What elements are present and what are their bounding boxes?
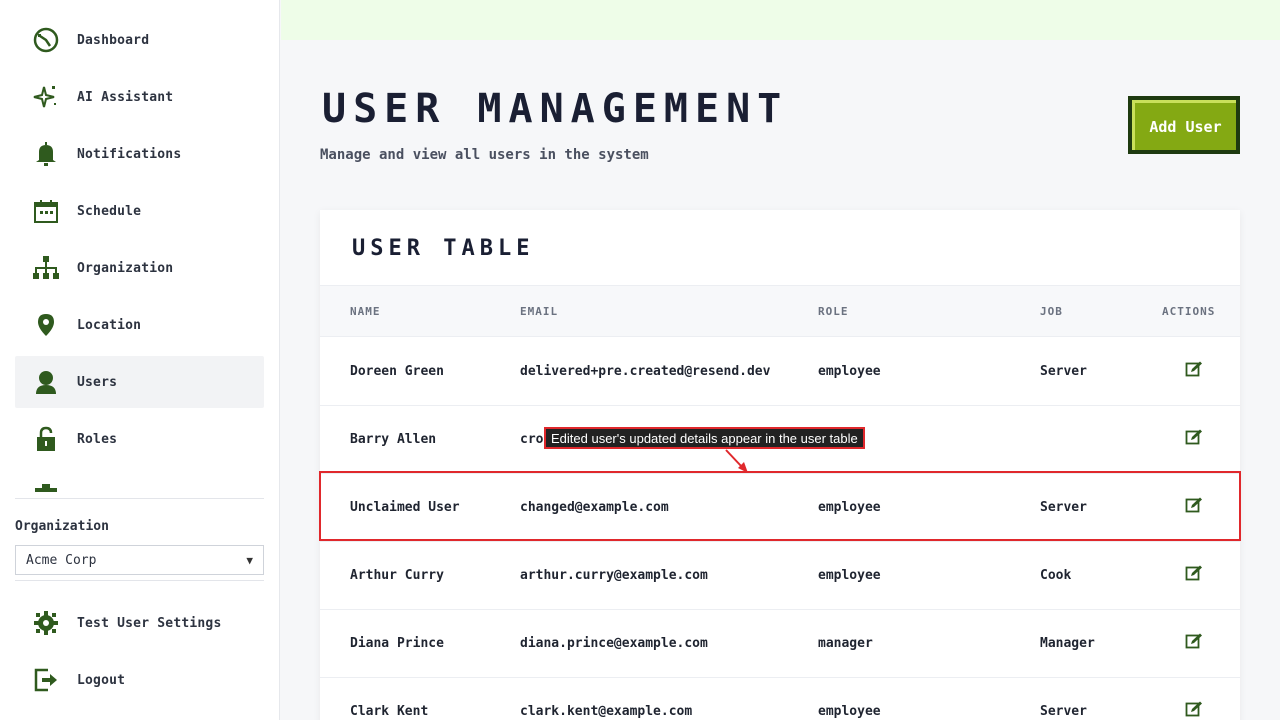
dashboard-icon	[30, 24, 62, 56]
table-row: Doreen Green delivered+pre.created@resend…	[320, 338, 1240, 406]
organization-select[interactable]: Acme Corp ▼	[15, 545, 264, 575]
annotation-callout: Edited user's updated details appear in …	[544, 427, 865, 449]
page-title: User Management	[322, 86, 789, 132]
cell-name: Unclaimed User	[350, 500, 460, 515]
add-user-button-label: Add User	[1132, 100, 1236, 150]
organization-select-value: Acme Corp	[26, 552, 97, 568]
cell-job: Cook	[1040, 568, 1072, 583]
cell-role: manager	[818, 636, 873, 651]
logout-icon	[30, 664, 62, 696]
cell-email: clark.kent@example.com	[520, 704, 693, 719]
add-user-button[interactable]: Add User	[1128, 96, 1240, 154]
cell-role: employee	[818, 364, 881, 379]
column-header-actions: ACTIONS	[1162, 305, 1216, 318]
edit-icon[interactable]	[1185, 428, 1203, 446]
sidebar-divider	[15, 498, 264, 499]
table-row: Arthur Curry arthur.curry@example.com empl…	[320, 542, 1240, 610]
logout-label: Logout	[77, 672, 126, 688]
sidebar-item-users[interactable]: Users	[15, 356, 264, 408]
org-chart-icon	[30, 252, 62, 284]
lock-icon	[30, 423, 62, 455]
sidebar-item-label: Schedule	[77, 203, 142, 219]
bell-icon	[30, 138, 62, 170]
logout-button[interactable]: Logout	[15, 654, 264, 706]
sidebar-item-label: Roles	[77, 431, 118, 447]
user-table-title: User Table	[352, 236, 535, 261]
cell-job: Server	[1040, 364, 1087, 379]
map-pin-icon	[30, 309, 62, 341]
sidebar-item-label: Location	[77, 317, 142, 333]
sidebar-divider	[15, 580, 264, 581]
page-subtitle: Manage and view all users in the system	[320, 147, 649, 163]
cell-name: Barry Allen	[350, 432, 437, 447]
calendar-icon	[30, 195, 62, 227]
chevron-down-icon: ▼	[246, 553, 253, 567]
top-banner	[281, 0, 1280, 40]
sidebar-item-label: Dashboard	[77, 32, 150, 48]
cell-email: diana.prince@example.com	[520, 636, 708, 651]
sidebar: Dashboard AI Assistant Notifications Sch…	[0, 0, 280, 720]
sidebar-item-roles[interactable]: Roles	[15, 413, 264, 465]
cell-role: employee	[818, 704, 881, 719]
sidebar-item-label: Users	[77, 374, 118, 390]
cell-name: Diana Prince	[350, 636, 444, 651]
sidebar-item-label: Organization	[77, 260, 174, 276]
sidebar-nav: Dashboard AI Assistant Notifications Sch…	[15, 14, 264, 492]
org-label: Organization	[15, 519, 109, 534]
user-table-card: User Table NAME EMAIL ROLE JOB ACTIONS D…	[320, 210, 1240, 720]
sidebar-item-label: AI Assistant	[77, 89, 174, 105]
table-header: NAME EMAIL ROLE JOB ACTIONS	[320, 285, 1240, 337]
edit-icon[interactable]	[1185, 360, 1203, 378]
cell-role: employee	[818, 568, 881, 583]
test-user-settings-button[interactable]: Test User Settings	[15, 597, 264, 649]
test-user-settings-label: Test User Settings	[77, 615, 222, 631]
table-row: Clark Kent clark.kent@example.com employee…	[320, 678, 1240, 720]
sparkle-icon	[30, 81, 62, 113]
user-icon	[30, 366, 62, 398]
table-row: Diana Prince diana.prince@example.com mana…	[320, 610, 1240, 678]
cell-job: Manager	[1040, 636, 1095, 651]
cell-name: Arthur Curry	[350, 568, 444, 583]
column-header-job: JOB	[1040, 305, 1063, 318]
sidebar-item-more[interactable]	[15, 470, 264, 492]
cell-role: employee	[818, 500, 881, 515]
cell-job: Server	[1040, 500, 1087, 515]
edit-icon[interactable]	[1185, 632, 1203, 650]
column-header-name: NAME	[350, 305, 381, 318]
cell-name: Clark Kent	[350, 704, 429, 719]
edit-icon[interactable]	[1185, 564, 1203, 582]
cell-email: delivered+pre.created@resend.dev	[520, 364, 771, 379]
cell-email: changed@example.com	[520, 500, 669, 515]
sidebar-item-schedule[interactable]: Schedule	[15, 185, 264, 237]
column-header-role: ROLE	[818, 305, 849, 318]
sidebar-item-label: Notifications	[77, 146, 182, 162]
sidebar-item-location[interactable]: Location	[15, 299, 264, 351]
cell-job: Server	[1040, 704, 1087, 719]
cell-name: Doreen Green	[350, 364, 444, 379]
edit-icon[interactable]	[1185, 496, 1203, 514]
gear-icon	[30, 607, 62, 639]
edit-icon[interactable]	[1185, 700, 1203, 718]
table-row: Unclaimed User changed@example.com employe…	[320, 474, 1240, 542]
sidebar-item-notifications[interactable]: Notifications	[15, 128, 264, 180]
column-header-email: EMAIL	[520, 305, 559, 318]
sidebar-item-organization[interactable]: Organization	[15, 242, 264, 294]
sidebar-item-ai-assistant[interactable]: AI Assistant	[15, 71, 264, 123]
cell-email: arthur.curry@example.com	[520, 568, 708, 583]
sidebar-item-dashboard[interactable]: Dashboard	[15, 14, 264, 66]
briefcase-icon	[30, 480, 62, 492]
